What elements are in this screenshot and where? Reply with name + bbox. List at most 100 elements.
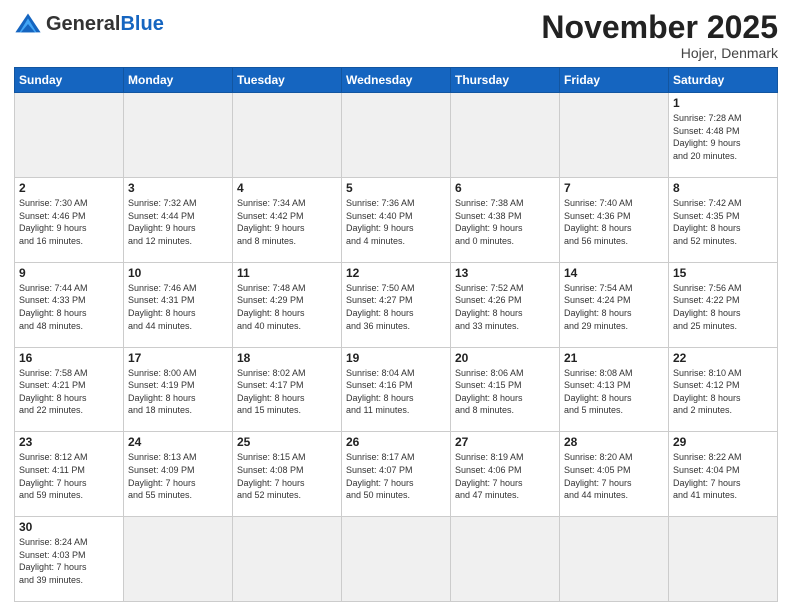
day-cell (451, 93, 560, 178)
day-cell: 24 Sunrise: 8:13 AM Sunset: 4:09 PM Dayli… (124, 432, 233, 517)
day-cell: 16 Sunrise: 7:58 AM Sunset: 4:21 PM Dayli… (15, 347, 124, 432)
day-number: 13 (455, 266, 555, 280)
day-info: Sunrise: 7:40 AM Sunset: 4:36 PM Dayligh… (564, 197, 664, 247)
day-number: 24 (128, 435, 228, 449)
day-cell: 27Sunrise: 8:19 AM Sunset: 4:06 PM Dayli… (451, 432, 560, 517)
day-number: 15 (673, 266, 773, 280)
day-number: 21 (564, 351, 664, 365)
day-number: 11 (237, 266, 337, 280)
day-info: Sunrise: 8:04 AM Sunset: 4:16 PM Dayligh… (346, 367, 446, 417)
calendar-body: 1Sunrise: 7:28 AM Sunset: 4:48 PM Daylig… (15, 93, 778, 602)
day-number: 25 (237, 435, 337, 449)
day-info: Sunrise: 8:06 AM Sunset: 4:15 PM Dayligh… (455, 367, 555, 417)
day-header-sunday: Sunday (15, 68, 124, 93)
calendar: SundayMondayTuesdayWednesdayThursdayFrid… (14, 67, 778, 602)
week-row-0: 1Sunrise: 7:28 AM Sunset: 4:48 PM Daylig… (15, 93, 778, 178)
day-number: 16 (19, 351, 119, 365)
day-info: Sunrise: 7:28 AM Sunset: 4:48 PM Dayligh… (673, 112, 773, 162)
day-number: 6 (455, 181, 555, 195)
day-cell: 14 Sunrise: 7:54 AM Sunset: 4:24 PM Dayli… (560, 262, 669, 347)
day-cell: 30Sunrise: 8:24 AM Sunset: 4:03 PM Dayli… (15, 517, 124, 602)
day-cell: 20 Sunrise: 8:06 AM Sunset: 4:15 PM Dayli… (451, 347, 560, 432)
day-cell: 17Sunrise: 8:00 AM Sunset: 4:19 PM Dayli… (124, 347, 233, 432)
day-cell: 3Sunrise: 7:32 AM Sunset: 4:44 PM Daylig… (124, 177, 233, 262)
day-number: 10 (128, 266, 228, 280)
day-number: 2 (19, 181, 119, 195)
day-info: Sunrise: 7:34 AM Sunset: 4:42 PM Dayligh… (237, 197, 337, 247)
day-cell: 11 Sunrise: 7:48 AM Sunset: 4:29 PM Dayli… (233, 262, 342, 347)
day-number: 23 (19, 435, 119, 449)
logo-text: GeneralBlue (46, 14, 164, 34)
day-number: 9 (19, 266, 119, 280)
day-cell: 6Sunrise: 7:38 AM Sunset: 4:38 PM Daylig… (451, 177, 560, 262)
day-number: 20 (455, 351, 555, 365)
month-title: November 2025 (541, 10, 778, 45)
day-info: Sunrise: 7:42 AM Sunset: 4:35 PM Dayligh… (673, 197, 773, 247)
day-info: Sunrise: 7:36 AM Sunset: 4:40 PM Dayligh… (346, 197, 446, 247)
day-number: 14 (564, 266, 664, 280)
day-info: Sunrise: 7:52 AM Sunset: 4:26 PM Dayligh… (455, 282, 555, 332)
day-cell: 9 Sunrise: 7:44 AM Sunset: 4:33 PM Daylig… (15, 262, 124, 347)
day-cell: 19 Sunrise: 8:04 AM Sunset: 4:16 PM Dayli… (342, 347, 451, 432)
day-cell: 1Sunrise: 7:28 AM Sunset: 4:48 PM Daylig… (669, 93, 778, 178)
day-info: Sunrise: 7:30 AM Sunset: 4:46 PM Dayligh… (19, 197, 119, 247)
day-header-monday: Monday (124, 68, 233, 93)
day-cell (342, 517, 451, 602)
week-row-4: 23 Sunrise: 8:12 AM Sunset: 4:11 PM Dayli… (15, 432, 778, 517)
day-cell: 12 Sunrise: 7:50 AM Sunset: 4:27 PM Dayli… (342, 262, 451, 347)
logo-area: GeneralBlue (14, 10, 164, 38)
calendar-header: SundayMondayTuesdayWednesdayThursdayFrid… (15, 68, 778, 93)
day-cell: 22Sunrise: 8:10 AM Sunset: 4:12 PM Dayli… (669, 347, 778, 432)
day-cell: 5Sunrise: 7:36 AM Sunset: 4:40 PM Daylig… (342, 177, 451, 262)
week-row-5: 30Sunrise: 8:24 AM Sunset: 4:03 PM Dayli… (15, 517, 778, 602)
day-cell (560, 93, 669, 178)
day-info: Sunrise: 7:48 AM Sunset: 4:29 PM Dayligh… (237, 282, 337, 332)
day-number: 12 (346, 266, 446, 280)
location: Hojer, Denmark (541, 45, 778, 61)
day-number: 17 (128, 351, 228, 365)
day-cell (233, 93, 342, 178)
page: GeneralBlue November 2025 Hojer, Denmark… (0, 0, 792, 612)
day-cell (124, 93, 233, 178)
day-info: Sunrise: 7:50 AM Sunset: 4:27 PM Dayligh… (346, 282, 446, 332)
day-cell (15, 93, 124, 178)
day-info: Sunrise: 7:58 AM Sunset: 4:21 PM Dayligh… (19, 367, 119, 417)
days-of-week-row: SundayMondayTuesdayWednesdayThursdayFrid… (15, 68, 778, 93)
day-cell: 8Sunrise: 7:42 AM Sunset: 4:35 PM Daylig… (669, 177, 778, 262)
day-cell: 10 Sunrise: 7:46 AM Sunset: 4:31 PM Dayli… (124, 262, 233, 347)
day-cell: 18 Sunrise: 8:02 AM Sunset: 4:17 PM Dayli… (233, 347, 342, 432)
day-info: Sunrise: 7:44 AM Sunset: 4:33 PM Dayligh… (19, 282, 119, 332)
day-header-saturday: Saturday (669, 68, 778, 93)
day-cell: 21 Sunrise: 8:08 AM Sunset: 4:13 PM Dayli… (560, 347, 669, 432)
day-cell: 25 Sunrise: 8:15 AM Sunset: 4:08 PM Dayli… (233, 432, 342, 517)
day-cell: 13 Sunrise: 7:52 AM Sunset: 4:26 PM Dayli… (451, 262, 560, 347)
day-info: Sunrise: 8:15 AM Sunset: 4:08 PM Dayligh… (237, 451, 337, 501)
day-cell: 7Sunrise: 7:40 AM Sunset: 4:36 PM Daylig… (560, 177, 669, 262)
day-info: Sunrise: 8:02 AM Sunset: 4:17 PM Dayligh… (237, 367, 337, 417)
day-info: Sunrise: 8:12 AM Sunset: 4:11 PM Dayligh… (19, 451, 119, 501)
day-cell (560, 517, 669, 602)
day-number: 19 (346, 351, 446, 365)
logo-general: General (46, 13, 120, 35)
day-cell (124, 517, 233, 602)
title-area: November 2025 Hojer, Denmark (541, 10, 778, 61)
day-cell (233, 517, 342, 602)
day-info: Sunrise: 8:13 AM Sunset: 4:09 PM Dayligh… (128, 451, 228, 501)
week-row-1: 2 Sunrise: 7:30 AM Sunset: 4:46 PM Daylig… (15, 177, 778, 262)
day-info: Sunrise: 7:32 AM Sunset: 4:44 PM Dayligh… (128, 197, 228, 247)
day-info: Sunrise: 7:46 AM Sunset: 4:31 PM Dayligh… (128, 282, 228, 332)
day-header-friday: Friday (560, 68, 669, 93)
day-number: 28 (564, 435, 664, 449)
day-number: 27 (455, 435, 555, 449)
day-number: 18 (237, 351, 337, 365)
day-cell: 28Sunrise: 8:20 AM Sunset: 4:05 PM Dayli… (560, 432, 669, 517)
day-number: 26 (346, 435, 446, 449)
day-number: 22 (673, 351, 773, 365)
week-row-2: 9 Sunrise: 7:44 AM Sunset: 4:33 PM Daylig… (15, 262, 778, 347)
day-info: Sunrise: 8:08 AM Sunset: 4:13 PM Dayligh… (564, 367, 664, 417)
day-number: 4 (237, 181, 337, 195)
day-info: Sunrise: 7:54 AM Sunset: 4:24 PM Dayligh… (564, 282, 664, 332)
header: GeneralBlue November 2025 Hojer, Denmark (14, 10, 778, 61)
day-header-thursday: Thursday (451, 68, 560, 93)
day-info: Sunrise: 8:17 AM Sunset: 4:07 PM Dayligh… (346, 451, 446, 501)
